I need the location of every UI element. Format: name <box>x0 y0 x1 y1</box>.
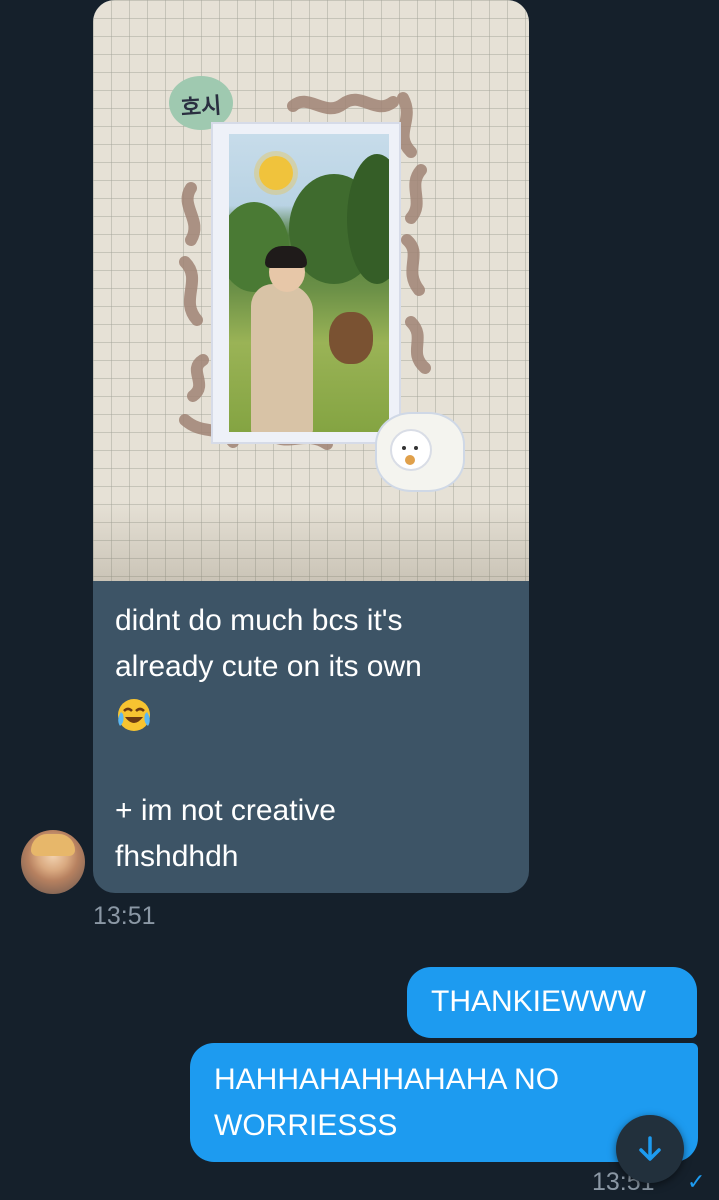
chat-conversation: 호시 didnt do much bcs it's already cute o… <box>0 0 719 1200</box>
scroll-to-bottom-button[interactable] <box>616 1115 684 1183</box>
arrow-down-icon <box>639 1136 661 1161</box>
outgoing-message[interactable]: THANKIEWWW <box>407 967 697 1038</box>
photo-card-image <box>229 134 389 432</box>
person-figure <box>251 284 313 432</box>
avatar-hair <box>31 834 75 856</box>
face-with-tears-of-joy-icon <box>115 696 153 734</box>
bear-sticker-icon <box>329 312 373 364</box>
photo-card <box>213 124 399 442</box>
read-check-icon: ✓ <box>687 1170 706 1195</box>
attached-photo[interactable]: 호시 <box>93 0 529 581</box>
caption-emoji-line <box>115 690 515 742</box>
message-text: HAHHAHAHHAHAHA NO WORRIESSS <box>214 1063 560 1142</box>
incoming-timestamp: 13:51 <box>93 902 156 930</box>
caption-line: already cute on its own <box>115 650 422 683</box>
caption-line: didnt do much bcs it's <box>115 604 403 637</box>
caption-line: fhshdhdh <box>115 840 239 873</box>
person-hair <box>265 246 307 268</box>
sender-avatar[interactable] <box>21 830 85 894</box>
incoming-message[interactable]: 호시 didnt do much bcs it's already cute o… <box>93 0 529 893</box>
caption-line: + im not creative <box>115 794 336 827</box>
message-caption: didnt do much bcs it's already cute on i… <box>115 598 515 880</box>
sun-icon <box>259 156 293 190</box>
message-text: THANKIEWWW <box>431 985 646 1018</box>
sheep-sticker-icon <box>377 414 463 490</box>
